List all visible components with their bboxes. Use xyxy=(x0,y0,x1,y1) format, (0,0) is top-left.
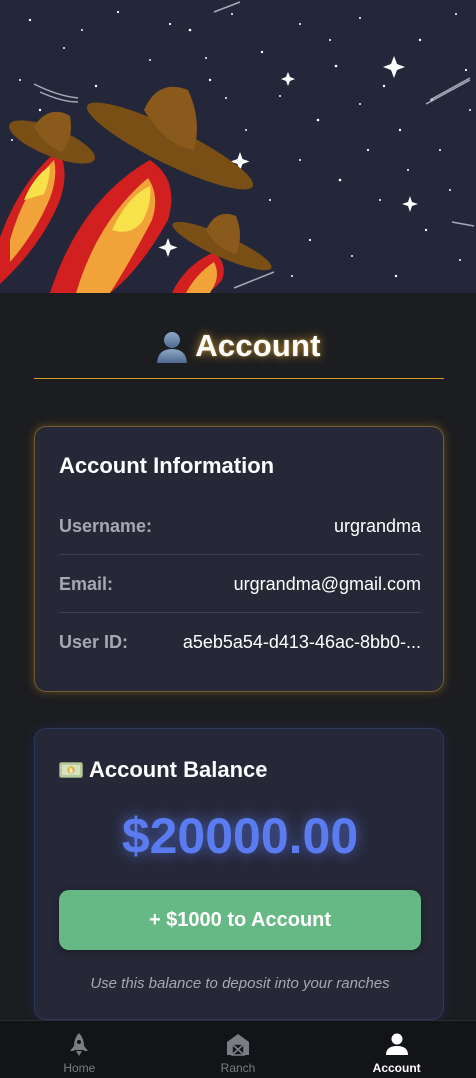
email-value: urgrandma@gmail.com xyxy=(233,573,421,594)
nav-item-home[interactable]: Home xyxy=(0,1021,159,1078)
user-id-label: User ID: xyxy=(59,631,129,652)
balance-hint: Use this balance to deposit into your ra… xyxy=(90,975,390,992)
account-screen: Account Account Information Username: ur… xyxy=(0,0,476,1078)
person-icon xyxy=(385,1033,408,1055)
money-icon: $ xyxy=(59,762,83,778)
cowboy-hat-rockets-illustration xyxy=(0,0,476,293)
account-balance-card: $ Account Balance $20000.00 + $1000 to A… xyxy=(34,728,444,1020)
rocket-icon xyxy=(70,1033,89,1056)
balance-amount: $20000.00 xyxy=(121,808,359,864)
nav-label-account: Account xyxy=(372,1061,421,1075)
svg-text:$: $ xyxy=(69,767,74,775)
account-balance-heading: $ Account Balance xyxy=(59,757,268,783)
barn-icon xyxy=(227,1034,249,1056)
email-label: Email: xyxy=(59,573,114,594)
page-title-text: Account xyxy=(195,328,321,363)
nav-label-home: Home xyxy=(63,1061,96,1075)
nav-label-ranch: Ranch xyxy=(220,1061,256,1075)
account-balance-heading-text: Account Balance xyxy=(89,757,268,782)
hero-banner xyxy=(0,0,476,293)
username-value: urgrandma xyxy=(333,515,421,536)
email-row: Email: urgrandma@gmail.com xyxy=(59,555,421,613)
nav-item-account[interactable]: Account xyxy=(317,1021,476,1078)
user-id-row: User ID: a5eb5a54-d413-46ac-8bb0-... xyxy=(59,613,421,671)
account-information-card: Account Information Username: urgrandma … xyxy=(34,426,444,692)
page-title: Account xyxy=(0,322,476,370)
account-information-heading: Account Information xyxy=(59,453,275,478)
add-1000-button[interactable]: + $1000 to Account xyxy=(59,890,421,950)
title-divider xyxy=(34,378,444,379)
username-label: Username: xyxy=(59,515,153,536)
nav-item-ranch[interactable]: Ranch xyxy=(159,1021,318,1078)
username-row: Username: urgrandma xyxy=(59,497,421,555)
user-id-value: a5eb5a54-d413-46ac-8bb0-... xyxy=(182,631,421,652)
user-silhouette-icon xyxy=(157,332,188,363)
bottom-nav: Home Ranch Account xyxy=(0,1020,476,1078)
